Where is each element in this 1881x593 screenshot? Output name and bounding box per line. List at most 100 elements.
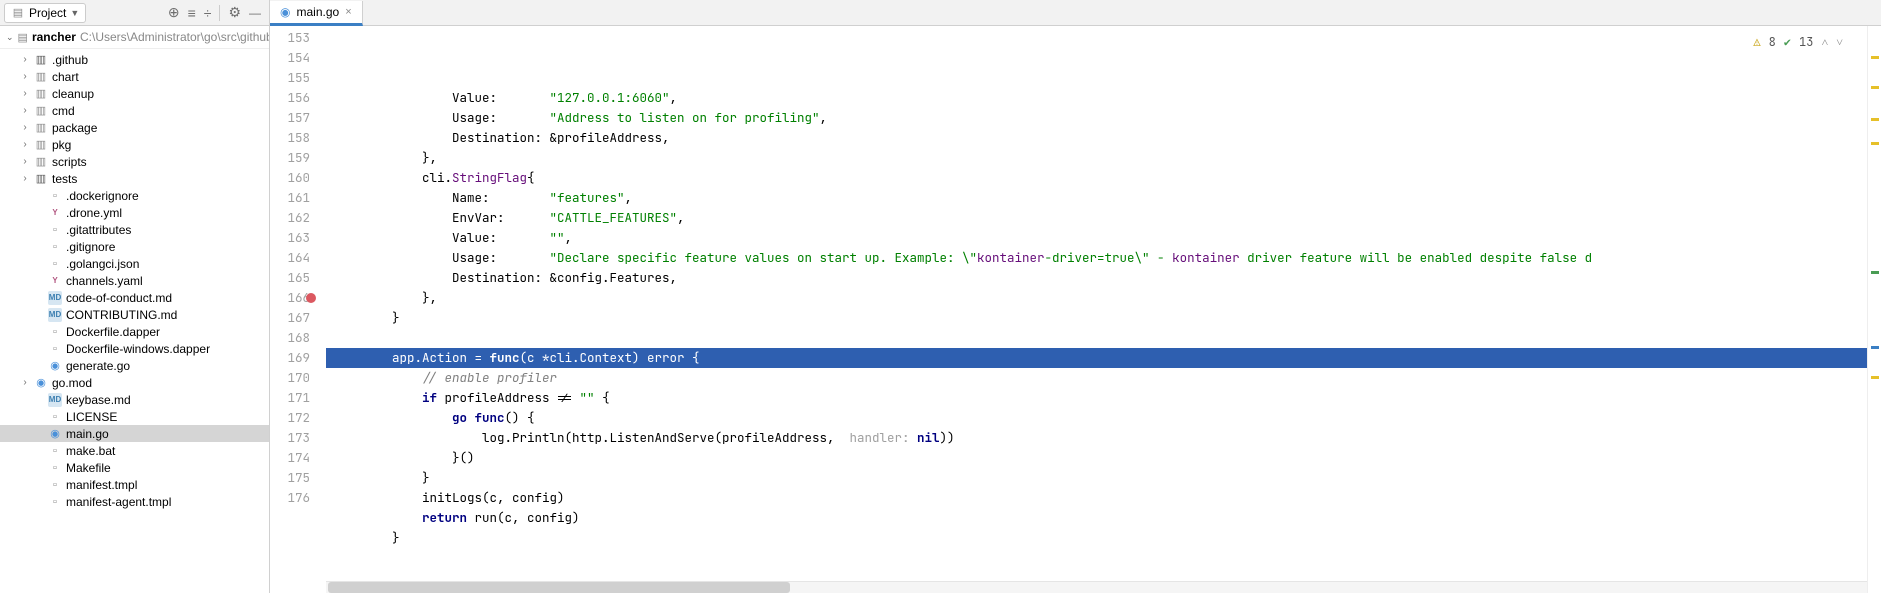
tree-node[interactable]: ▫Makefile: [0, 459, 269, 476]
chevron-up-icon[interactable]: ˄: [1821, 32, 1828, 52]
code-line[interactable]: cli.StringFlag{: [326, 168, 1867, 188]
gear-icon[interactable]: ⚙: [228, 4, 241, 21]
tree-node[interactable]: ▫.dockerignore: [0, 187, 269, 204]
line-number[interactable]: 153: [270, 28, 310, 48]
breadcrumb[interactable]: ⌄ ▤ rancher C:\Users\Administrator\go\sr…: [0, 26, 269, 49]
chevron-right-icon[interactable]: ›: [20, 54, 30, 65]
code-line[interactable]: if profileAddress != "" {: [326, 388, 1867, 408]
tree-node[interactable]: MDkeybase.md: [0, 391, 269, 408]
tree-node[interactable]: ›▥tests: [0, 170, 269, 187]
tree-node[interactable]: ▫manifest.tmpl: [0, 476, 269, 493]
code-line[interactable]: }: [326, 528, 1867, 548]
line-number[interactable]: 165: [270, 268, 310, 288]
line-number[interactable]: 173: [270, 428, 310, 448]
code-line[interactable]: Name: "features",: [326, 188, 1867, 208]
tree-node[interactable]: ▫Dockerfile.dapper: [0, 323, 269, 340]
code-line[interactable]: Usage: "Declare specific feature values …: [326, 248, 1867, 268]
line-number[interactable]: 176: [270, 488, 310, 508]
code-line[interactable]: return run(c, config): [326, 508, 1867, 528]
line-number[interactable]: 163: [270, 228, 310, 248]
line-number[interactable]: 158: [270, 128, 310, 148]
code-line[interactable]: Value: "",: [326, 228, 1867, 248]
line-number[interactable]: 170: [270, 368, 310, 388]
code-line[interactable]: app.Action = func(c *cli.Context) error …: [326, 348, 1867, 368]
chevron-right-icon[interactable]: ›: [20, 139, 30, 150]
line-number[interactable]: 167: [270, 308, 310, 328]
chevron-right-icon[interactable]: ›: [20, 173, 30, 184]
tree-node[interactable]: ▫.golangci.json: [0, 255, 269, 272]
line-number[interactable]: 156: [270, 88, 310, 108]
tree-node[interactable]: MDcode-of-conduct.md: [0, 289, 269, 306]
line-number[interactable]: 155: [270, 68, 310, 88]
line-number[interactable]: 160: [270, 168, 310, 188]
tree-node[interactable]: ›▥cleanup: [0, 85, 269, 102]
chevron-right-icon[interactable]: ›: [20, 71, 30, 82]
line-number[interactable]: 168: [270, 328, 310, 348]
code-line[interactable]: }: [326, 308, 1867, 328]
code-line[interactable]: Value: "127.0.0.1:6060",: [326, 88, 1867, 108]
code-line[interactable]: log.Println(http.ListenAndServe(profileA…: [326, 428, 1867, 448]
tree-node[interactable]: ▫.gitignore: [0, 238, 269, 255]
code-line[interactable]: [326, 328, 1867, 348]
error-stripe[interactable]: [1867, 26, 1881, 593]
hide-icon[interactable]: —: [249, 6, 261, 20]
chevron-right-icon[interactable]: ›: [20, 156, 30, 167]
line-number[interactable]: 169: [270, 348, 310, 368]
tree-node[interactable]: ›▥package: [0, 119, 269, 136]
horizontal-scrollbar[interactable]: [326, 581, 1867, 593]
scrollbar-thumb[interactable]: [328, 582, 790, 593]
line-number[interactable]: 175: [270, 468, 310, 488]
tree-node[interactable]: MDCONTRIBUTING.md: [0, 306, 269, 323]
line-number[interactable]: 174: [270, 448, 310, 468]
code-editor[interactable]: 1531541551561571581591601611621631641651…: [270, 26, 1881, 593]
line-number[interactable]: 166: [270, 288, 310, 308]
collapse-icon[interactable]: ÷: [204, 5, 212, 21]
line-number[interactable]: 161: [270, 188, 310, 208]
tree-node[interactable]: ▫Dockerfile-windows.dapper: [0, 340, 269, 357]
code-line[interactable]: Usage: "Address to listen on for profili…: [326, 108, 1867, 128]
tree-node[interactable]: ◉generate.go: [0, 357, 269, 374]
line-number[interactable]: 157: [270, 108, 310, 128]
code-line[interactable]: EnvVar: "CATTLE_FEATURES",: [326, 208, 1867, 228]
tree-node[interactable]: ▫make.bat: [0, 442, 269, 459]
code-line[interactable]: }(): [326, 448, 1867, 468]
code-line[interactable]: [326, 548, 1867, 568]
line-number[interactable]: 162: [270, 208, 310, 228]
chevron-right-icon[interactable]: ›: [20, 377, 30, 388]
breakpoint-icon[interactable]: [306, 293, 316, 303]
tree-node[interactable]: ›▥scripts: [0, 153, 269, 170]
project-dropdown[interactable]: ▤ Project ▼: [4, 3, 86, 23]
code-line[interactable]: },: [326, 148, 1867, 168]
inspection-status[interactable]: ⚠8 ✔13 ˄ ˅: [1753, 32, 1843, 52]
tree-node[interactable]: ◉main.go: [0, 425, 269, 442]
chevron-right-icon[interactable]: ›: [20, 88, 30, 99]
line-number[interactable]: 172: [270, 408, 310, 428]
tree-node[interactable]: ▫.gitattributes: [0, 221, 269, 238]
tab-main-go[interactable]: ◉ main.go ×: [270, 1, 363, 26]
tree-node[interactable]: ▫manifest-agent.tmpl: [0, 493, 269, 510]
close-icon[interactable]: ×: [345, 6, 351, 18]
code-line[interactable]: Destination: &profileAddress,: [326, 128, 1867, 148]
tree-node[interactable]: Ychannels.yaml: [0, 272, 269, 289]
code-line[interactable]: go func() {: [326, 408, 1867, 428]
line-number[interactable]: 164: [270, 248, 310, 268]
gutter[interactable]: 1531541551561571581591601611621631641651…: [270, 26, 326, 593]
line-number[interactable]: 154: [270, 48, 310, 68]
tree-node[interactable]: ›▥.github: [0, 51, 269, 68]
code-line[interactable]: }: [326, 468, 1867, 488]
code-line[interactable]: },: [326, 288, 1867, 308]
tree-node[interactable]: ›▥pkg: [0, 136, 269, 153]
chevron-right-icon[interactable]: ›: [20, 122, 30, 133]
tree-node[interactable]: ▫LICENSE: [0, 408, 269, 425]
line-number[interactable]: 171: [270, 388, 310, 408]
expand-icon[interactable]: ≡: [188, 5, 196, 21]
file-tree[interactable]: ›▥.github›▥chart›▥cleanup›▥cmd›▥package›…: [0, 49, 269, 593]
tree-node[interactable]: ›◉go.mod: [0, 374, 269, 391]
code-line[interactable]: // enable profiler: [326, 368, 1867, 388]
tree-node[interactable]: ›▥cmd: [0, 102, 269, 119]
chevron-down-icon[interactable]: ˅: [1836, 32, 1843, 52]
line-number[interactable]: 159: [270, 148, 310, 168]
chevron-right-icon[interactable]: ›: [20, 105, 30, 116]
tree-node[interactable]: ›▥chart: [0, 68, 269, 85]
code-line[interactable]: initLogs(c, config): [326, 488, 1867, 508]
